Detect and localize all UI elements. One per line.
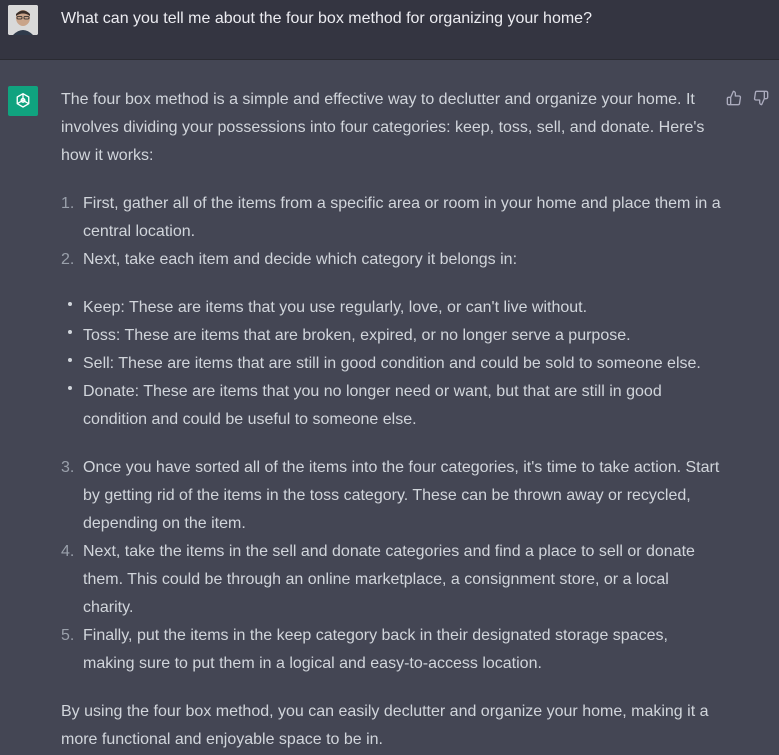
bullet-icon xyxy=(68,386,72,390)
categories-list: Keep: These are items that you use regul… xyxy=(61,294,721,434)
category-text: Donate: These are items that you no long… xyxy=(83,383,662,428)
list-item: 2. Next, take each item and decide which… xyxy=(61,246,721,274)
step-number: 5. xyxy=(61,627,75,644)
step-number: 2. xyxy=(61,251,75,268)
step-text: Once you have sorted all of the items in… xyxy=(83,459,720,532)
step-text: Next, take the items in the sell and don… xyxy=(83,543,695,616)
list-item: 1. First, gather all of the items from a… xyxy=(61,190,721,246)
openai-logo-icon xyxy=(8,86,38,116)
bullet-icon xyxy=(68,302,72,306)
step-text: First, gather all of the items from a sp… xyxy=(83,195,721,240)
list-item: 4. Next, take the items in the sell and … xyxy=(61,538,721,622)
user-message-text: What can you tell me about the four box … xyxy=(61,10,592,27)
bullet-icon xyxy=(68,358,72,362)
step-number: 1. xyxy=(61,195,75,212)
step-number: 3. xyxy=(61,459,75,476)
step-number: 4. xyxy=(61,543,75,560)
list-item: Sell: These are items that are still in … xyxy=(61,350,721,378)
intro-paragraph: The four box method is a simple and effe… xyxy=(61,91,705,164)
list-item: Toss: These are items that are broken, e… xyxy=(61,322,721,350)
thumbs-up-button[interactable] xyxy=(724,88,744,108)
list-item: 3. Once you have sorted all of the items… xyxy=(61,454,721,538)
category-text: Keep: These are items that you use regul… xyxy=(83,299,588,316)
list-item: Donate: These are items that you no long… xyxy=(61,378,721,434)
assistant-message-content: The four box method is a simple and effe… xyxy=(61,86,721,754)
thumbs-up-icon xyxy=(726,90,742,106)
category-text: Toss: These are items that are broken, e… xyxy=(83,327,631,344)
conclusion-paragraph: By using the four box method, you can ea… xyxy=(61,703,709,748)
step-text: Next, take each item and decide which ca… xyxy=(83,251,518,268)
list-item: Keep: These are items that you use regul… xyxy=(61,294,721,322)
step-text: Finally, put the items in the keep categ… xyxy=(83,627,668,672)
assistant-message-row: The four box method is a simple and effe… xyxy=(0,61,779,755)
steps-list-second: 3. Once you have sorted all of the items… xyxy=(61,454,721,678)
thumbs-down-button[interactable] xyxy=(751,88,771,108)
user-message-row: What can you tell me about the four box … xyxy=(0,0,779,60)
user-avatar xyxy=(8,5,38,35)
list-item: 5. Finally, put the items in the keep ca… xyxy=(61,622,721,678)
steps-list-first: 1. First, gather all of the items from a… xyxy=(61,190,721,274)
bullet-icon xyxy=(68,330,72,334)
thumbs-down-icon xyxy=(753,90,769,106)
category-text: Sell: These are items that are still in … xyxy=(83,355,701,372)
